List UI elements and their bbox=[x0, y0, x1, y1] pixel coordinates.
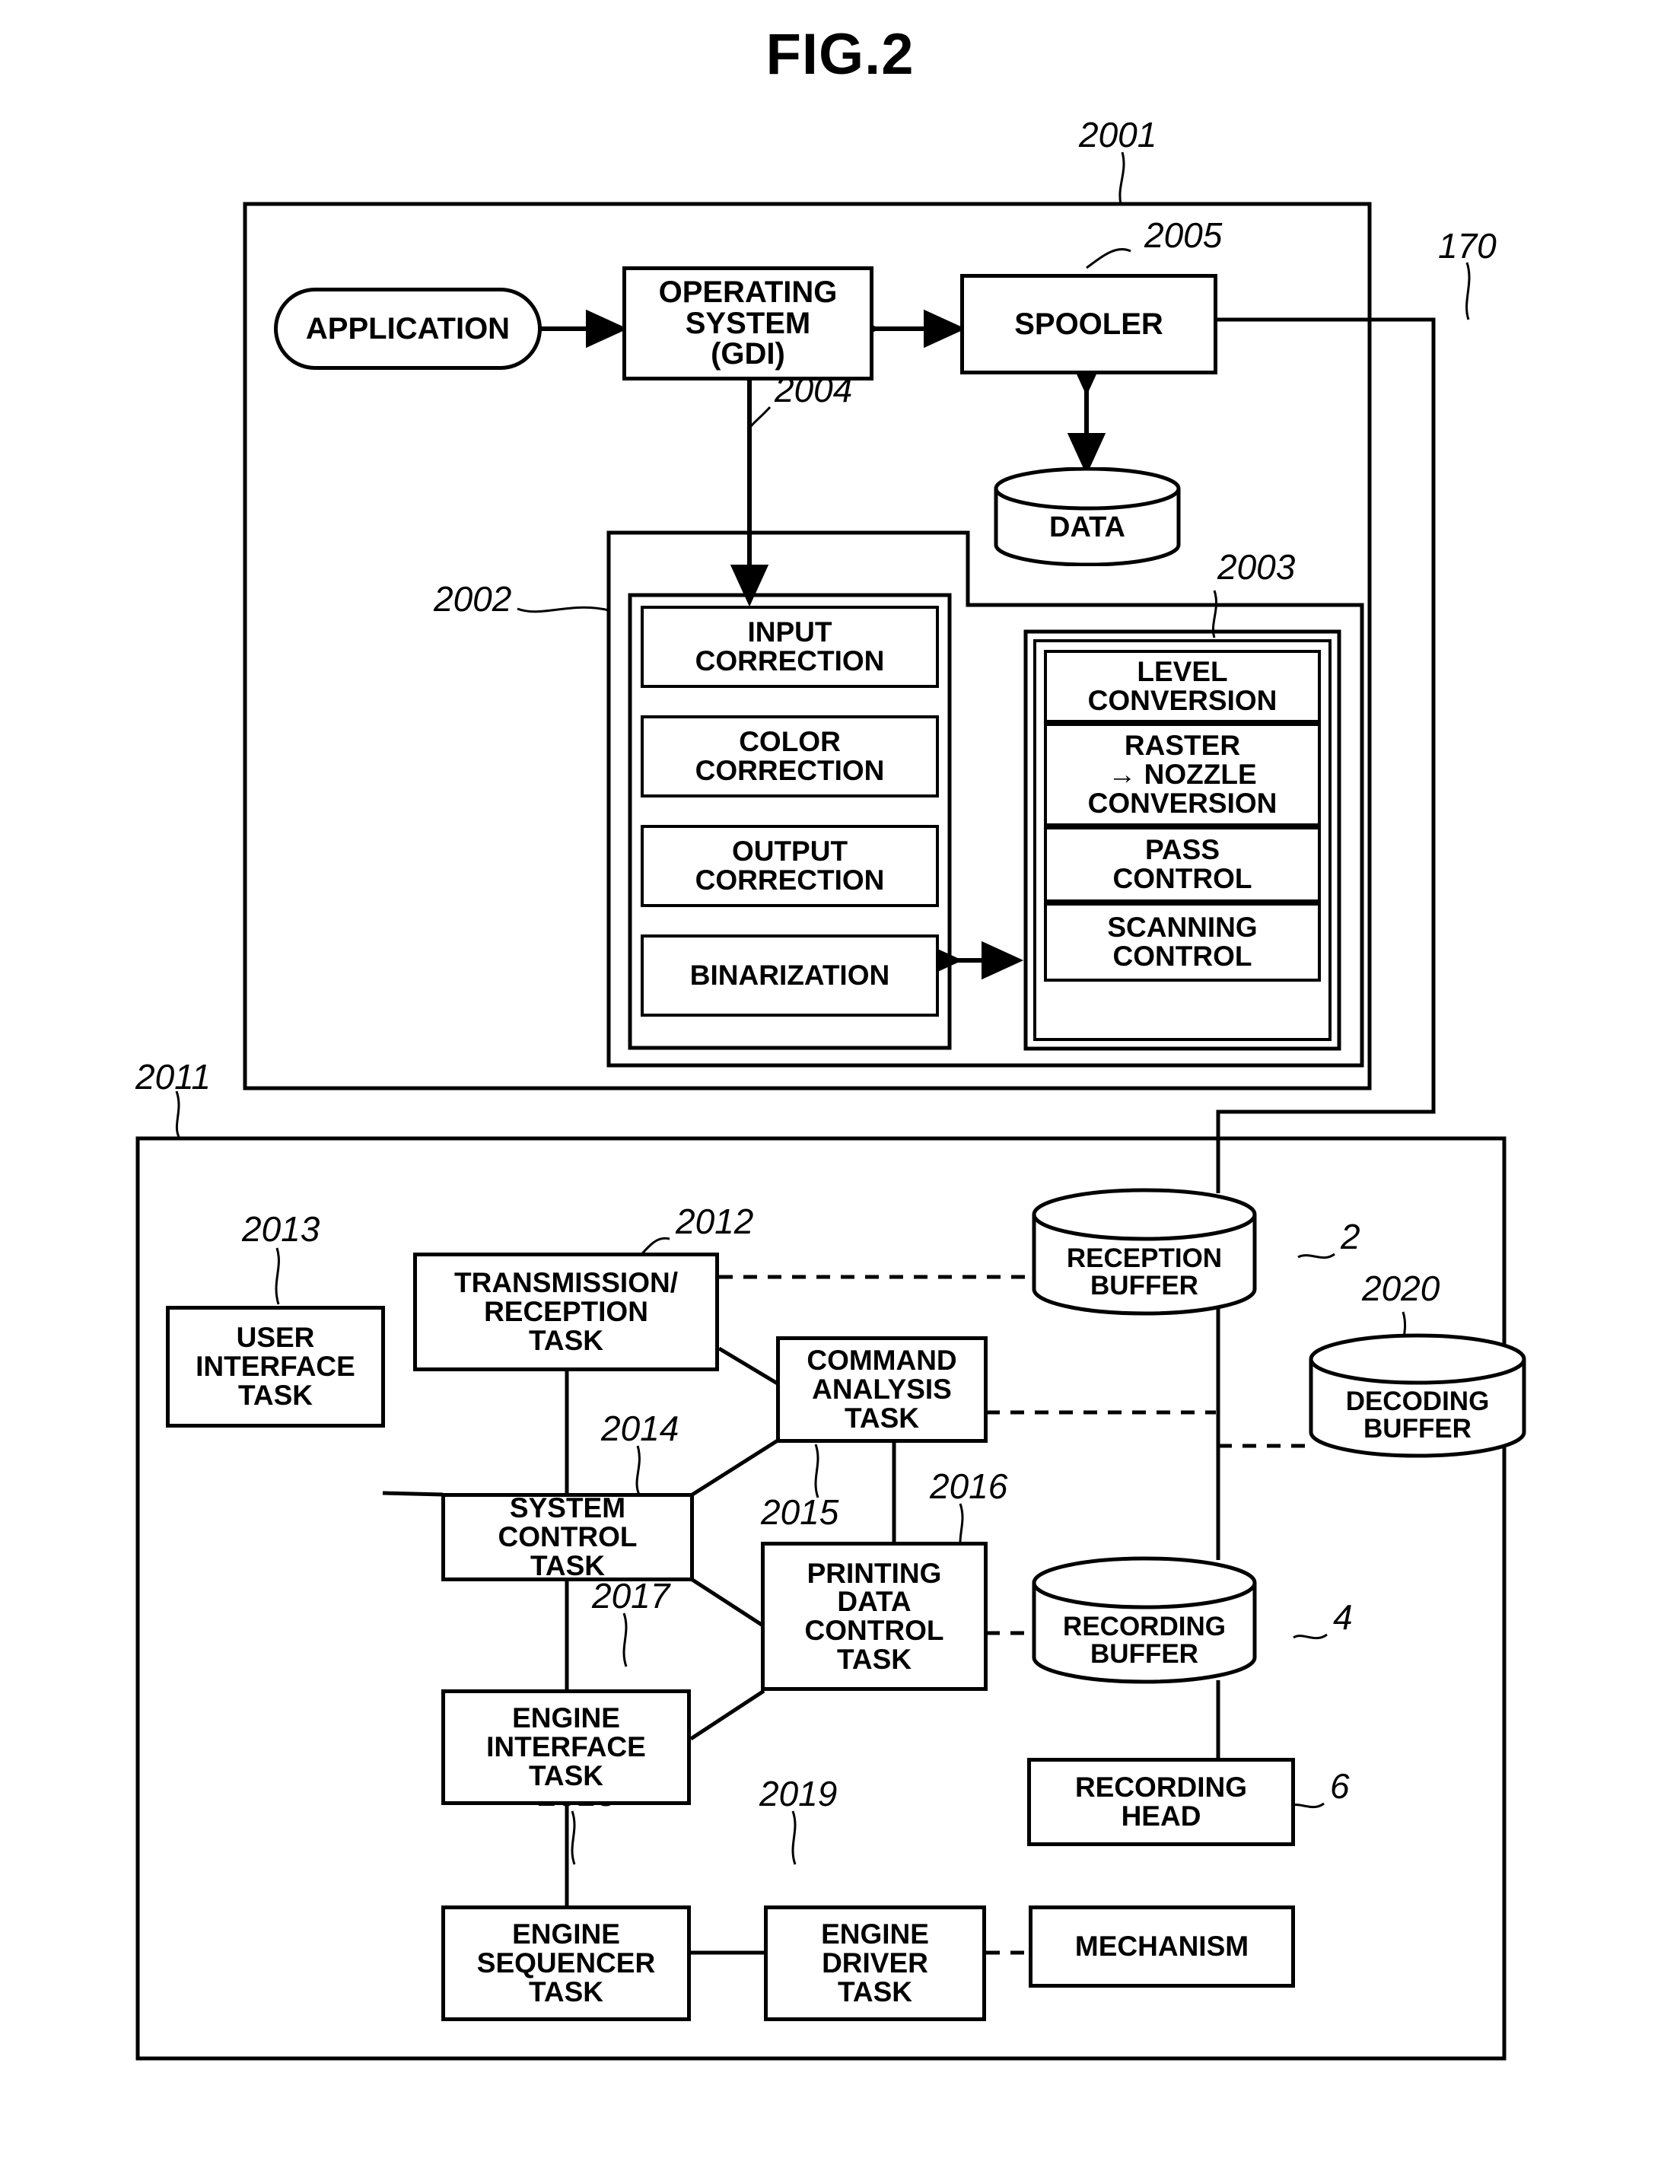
ref-6: 6 bbox=[1330, 1766, 1350, 1806]
recording-buffer-label: RECORDING BUFFER bbox=[1063, 1612, 1226, 1670]
reception-buffer-label: RECEPTION BUFFER bbox=[1066, 1243, 1223, 1301]
ref-2001: 2001 bbox=[1079, 115, 1157, 154]
transmission-reception-task-label: TRANSMISSION/ RECEPTION TASK bbox=[454, 1267, 678, 1356]
ref-2: 2 bbox=[1341, 1217, 1360, 1256]
ref-2019: 2019 bbox=[759, 1774, 838, 1813]
operating-system-label: OPERATING SYSTEM (GDI) bbox=[658, 275, 838, 371]
spooler-block: SPOOLER bbox=[960, 274, 1217, 374]
reception-buffer-cylinder: RECEPTION BUFFER bbox=[1030, 1187, 1258, 1321]
level-conversion-block: LEVEL CONVERSION bbox=[1044, 650, 1321, 723]
output-correction-label: OUTPUT CORRECTION bbox=[695, 836, 885, 896]
recording-head-block: RECORDING HEAD bbox=[1027, 1758, 1295, 1846]
input-correction-label: INPUT CORRECTION bbox=[695, 616, 885, 677]
user-interface-task-label: USER INTERFACE TASK bbox=[196, 1322, 355, 1411]
ref-2003: 2003 bbox=[1217, 547, 1296, 587]
user-interface-task-block: USER INTERFACE TASK bbox=[166, 1306, 385, 1428]
mechanism-block: MECHANISM bbox=[1029, 1905, 1295, 1988]
pass-control-label: PASS CONTROL bbox=[1112, 834, 1252, 894]
command-analysis-task-label: COMMAND ANALYSIS TASK bbox=[807, 1345, 957, 1434]
system-control-task-block: SYSTEM CONTROL TASK bbox=[441, 1493, 694, 1581]
level-conversion-label: LEVEL CONVERSION bbox=[1087, 656, 1278, 716]
printing-data-control-task-label: PRINTING DATA CONTROL TASK bbox=[804, 1557, 944, 1675]
ref-2013: 2013 bbox=[242, 1209, 320, 1249]
recording-head-label: RECORDING HEAD bbox=[1074, 1772, 1248, 1832]
ref-2014: 2014 bbox=[601, 1409, 679, 1448]
command-analysis-task-block: COMMAND ANALYSIS TASK bbox=[776, 1336, 988, 1443]
ref-2016: 2016 bbox=[930, 1466, 1008, 1506]
input-correction-block: INPUT CORRECTION bbox=[641, 606, 939, 688]
engine-sequencer-task-label: ENGINE SEQUENCER TASK bbox=[476, 1918, 656, 2007]
system-control-task-label: SYSTEM CONTROL TASK bbox=[498, 1492, 638, 1581]
printing-data-control-task-block: PRINTING DATA CONTROL TASK bbox=[761, 1542, 988, 1691]
operating-system-block: OPERATING SYSTEM (GDI) bbox=[622, 266, 873, 380]
color-correction-label: COLOR CORRECTION bbox=[695, 726, 885, 786]
ref-2015: 2015 bbox=[761, 1492, 839, 1532]
ref-2020: 2020 bbox=[1362, 1269, 1440, 1308]
scanning-control-block: SCANNING CONTROL bbox=[1044, 903, 1321, 982]
raster-nozzle-conversion-block: RASTER → NOZZLE CONVERSION bbox=[1044, 723, 1321, 826]
patent-figure: FIG.2 2001 2005 170 2004 2002 2003 APPLI… bbox=[0, 0, 1680, 2184]
pass-control-block: PASS CONTROL bbox=[1044, 826, 1321, 903]
ref-2012: 2012 bbox=[676, 1202, 754, 1241]
ref-2002: 2002 bbox=[434, 579, 512, 619]
decoding-buffer-cylinder: DECODING BUFFER bbox=[1307, 1333, 1528, 1464]
application-block: APPLICATION bbox=[274, 288, 542, 370]
decoding-buffer-label: DECODING BUFFER bbox=[1345, 1386, 1490, 1444]
engine-interface-task-block: ENGINE INTERFACE TASK bbox=[441, 1689, 691, 1805]
ref-2017: 2017 bbox=[592, 1576, 670, 1616]
raster-nozzle-conversion-label: RASTER → NOZZLE CONVERSION bbox=[1087, 730, 1278, 819]
recording-buffer-cylinder: RECORDING BUFFER bbox=[1030, 1555, 1258, 1689]
ref-4: 4 bbox=[1333, 1597, 1353, 1637]
engine-interface-task-label: ENGINE INTERFACE TASK bbox=[486, 1702, 646, 1791]
transmission-reception-task-block: TRANSMISSION/ RECEPTION TASK bbox=[413, 1253, 719, 1371]
data-store-cylinder: DATA bbox=[992, 466, 1182, 567]
ref-170: 170 bbox=[1438, 226, 1497, 266]
scanning-control-label: SCANNING CONTROL bbox=[1107, 912, 1258, 972]
ref-2011: 2011 bbox=[135, 1057, 211, 1097]
color-correction-block: COLOR CORRECTION bbox=[641, 715, 939, 798]
engine-sequencer-task-block: ENGINE SEQUENCER TASK bbox=[441, 1905, 691, 2021]
ref-2005: 2005 bbox=[1144, 215, 1223, 255]
binarization-block: BINARIZATION bbox=[641, 934, 939, 1017]
engine-driver-task-block: ENGINE DRIVER TASK bbox=[764, 1905, 986, 2021]
data-store-label: DATA bbox=[1049, 511, 1125, 543]
output-correction-block: OUTPUT CORRECTION bbox=[641, 825, 939, 907]
engine-driver-task-label: ENGINE DRIVER TASK bbox=[821, 1918, 929, 2007]
